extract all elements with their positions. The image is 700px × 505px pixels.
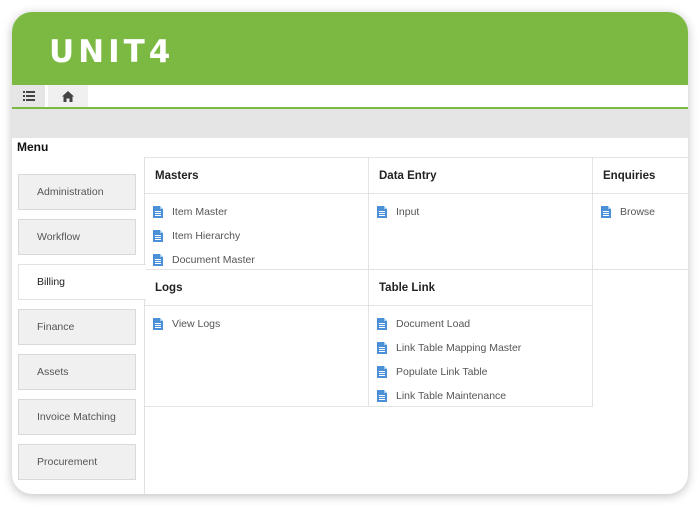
tab-home[interactable] (48, 85, 88, 107)
panel-masters: Masters Item Master Item Hierarchy Docum… (145, 157, 369, 270)
sidebar-item-administration[interactable]: Administration (18, 174, 136, 210)
unit4-logo: UNIT4 (49, 34, 175, 70)
menu-link-label: Document Load (396, 318, 471, 330)
sidebar-item-invoice-matching[interactable]: Invoice Matching (18, 399, 136, 435)
panel-title: Data Entry (369, 158, 592, 194)
panel-enquiries: Enquiries Browse (593, 157, 688, 270)
menu-link-label: View Logs (172, 318, 221, 330)
document-icon (377, 390, 387, 402)
document-icon (153, 318, 163, 330)
menu-link-label: Populate Link Table (396, 366, 488, 378)
menu-link-item-hierarchy[interactable]: Item Hierarchy (145, 224, 368, 248)
menu-link-label: Link Table Mapping Master (396, 342, 522, 354)
sidebar-item-billing[interactable]: Billing (18, 264, 146, 300)
app-header: UNIT4 (12, 12, 688, 85)
document-icon (377, 318, 387, 330)
menu-link-label: Browse (620, 206, 656, 218)
sidebar-item-finance[interactable]: Finance (18, 309, 136, 345)
panel-title: Logs (145, 270, 368, 306)
document-icon (153, 230, 163, 242)
menu-link-label: Input (396, 206, 420, 218)
menu-link-document-master[interactable]: Document Master (145, 248, 368, 272)
menu-link-link-table-mapping-master[interactable]: Link Table Mapping Master (369, 336, 592, 360)
sidebar-item-workflow[interactable]: Workflow (18, 219, 136, 255)
panel-title: Masters (145, 158, 368, 194)
document-icon (601, 206, 611, 218)
menu-link-label: Item Master (172, 206, 228, 218)
menu-link-view-logs[interactable]: View Logs (145, 312, 368, 336)
document-icon (377, 342, 387, 354)
menu-link-item-master[interactable]: Item Master (145, 200, 368, 224)
document-icon (377, 366, 387, 378)
document-icon (377, 206, 387, 218)
sidebar-item-procurement[interactable]: Procurement (18, 444, 136, 480)
app-window: UNIT4 Menu Administration Workflow Billi… (12, 12, 688, 494)
tab-bar (12, 85, 688, 109)
panel-table-link: Table Link Document Load Link Table Mapp… (369, 270, 593, 407)
home-icon (62, 90, 74, 102)
menu-link-label: Item Hierarchy (172, 230, 241, 242)
menu-title: Menu (17, 140, 49, 154)
panel-title: Table Link (369, 270, 592, 306)
menu-link-populate-link-table[interactable]: Populate Link Table (369, 360, 592, 384)
sidebar-item-assets[interactable]: Assets (18, 354, 136, 390)
menu-link-label: Link Table Maintenance (396, 390, 507, 402)
panel-logs: Logs View Logs (145, 270, 369, 407)
document-icon (153, 206, 163, 218)
list-icon (22, 91, 35, 101)
menu-link-link-table-maintenance[interactable]: Link Table Maintenance (369, 384, 592, 408)
menu-link-input[interactable]: Input (369, 200, 592, 224)
panel-data-entry: Data Entry Input (369, 157, 593, 270)
menu-link-document-load[interactable]: Document Load (369, 312, 592, 336)
menu-link-label: Document Master (172, 254, 255, 266)
panel-title: Enquiries (593, 158, 688, 194)
menu-link-browse[interactable]: Browse (593, 200, 688, 224)
document-icon (153, 254, 163, 266)
toolbar-band (12, 109, 688, 138)
tab-menu-list[interactable] (12, 85, 45, 107)
